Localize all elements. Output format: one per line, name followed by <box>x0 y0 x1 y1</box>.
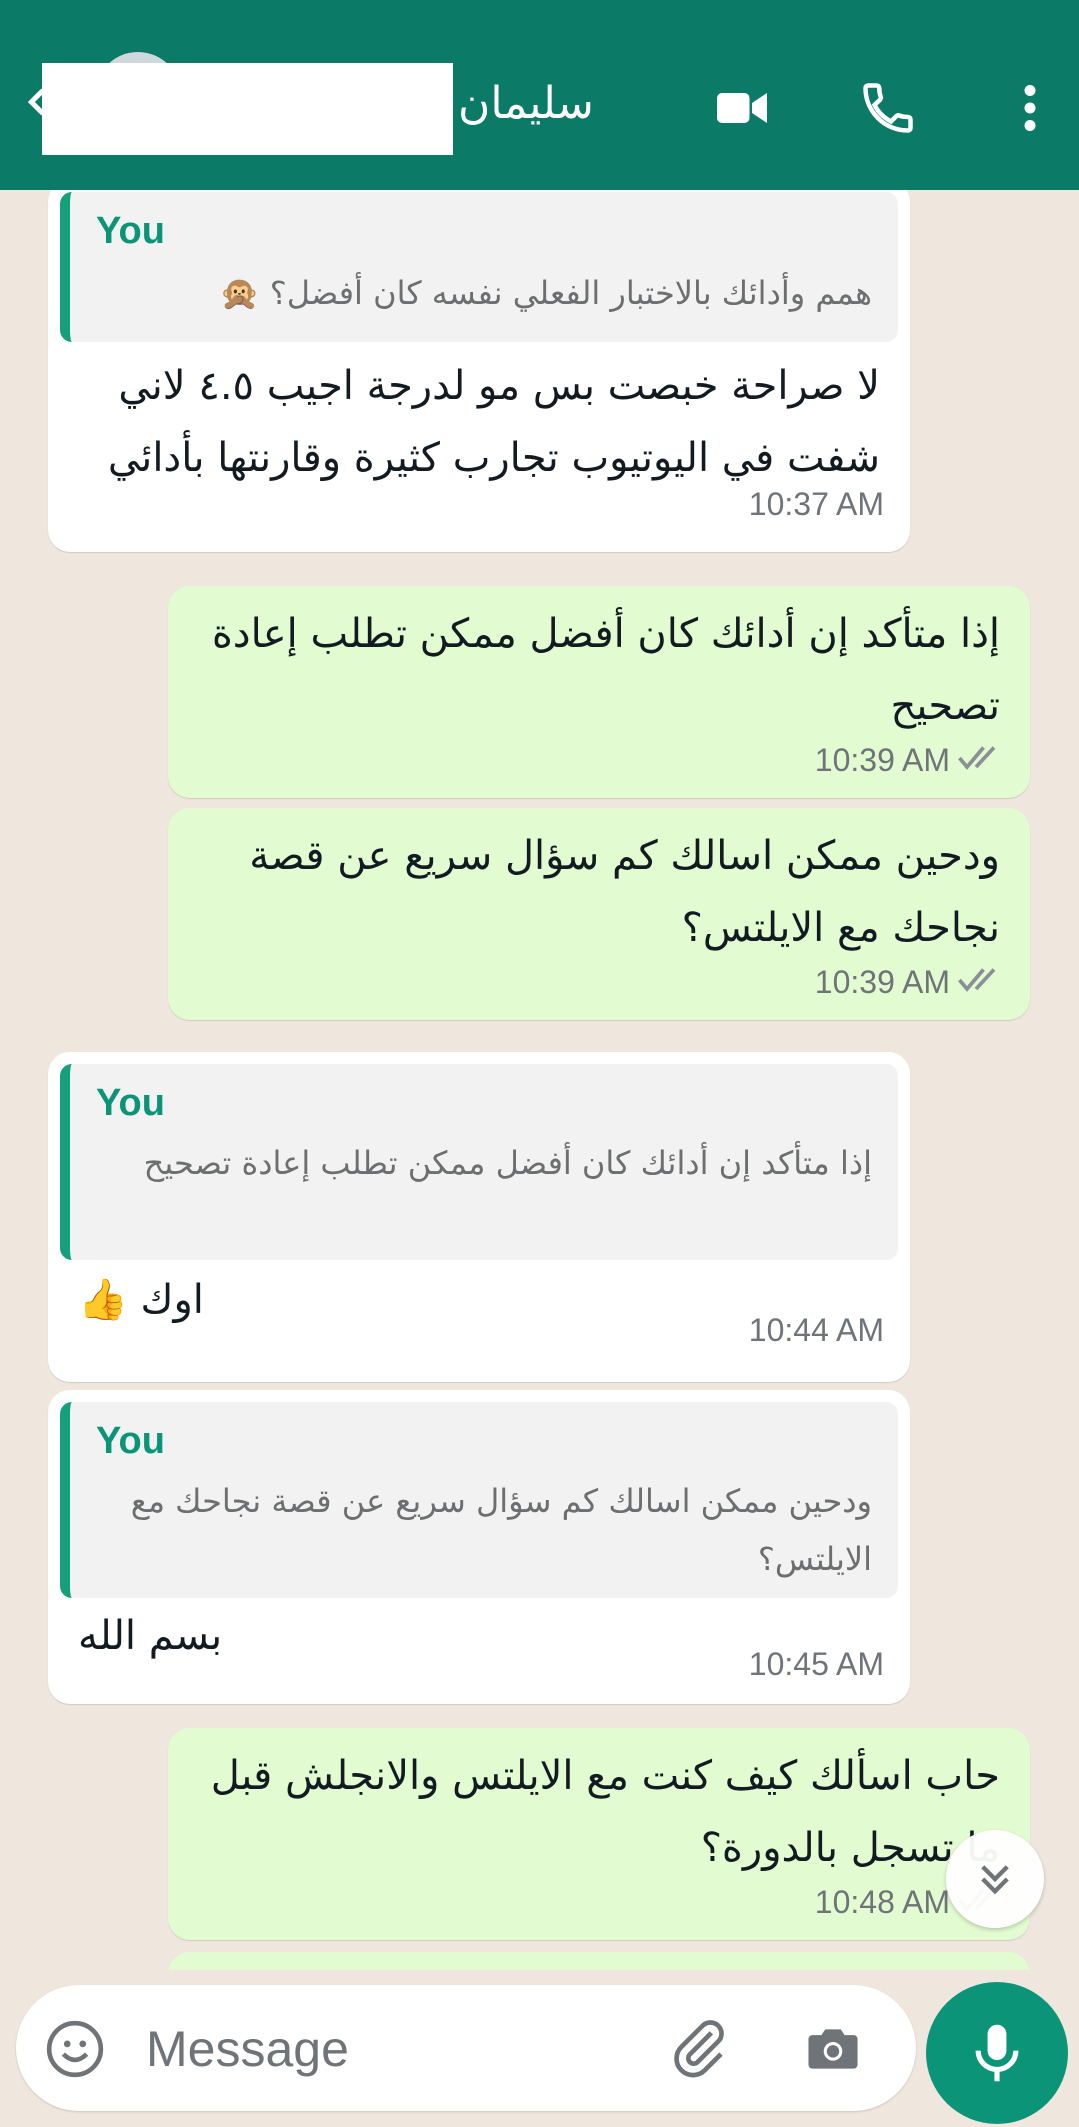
message-time: 10:45 AM <box>748 1646 884 1682</box>
quoted-message[interactable]: You ودحين ممكن اسالك كم سؤال سريع عن قصة… <box>60 1402 898 1598</box>
chat-header: سليمان <box>0 0 1079 190</box>
scroll-to-bottom-button[interactable] <box>946 1830 1044 1928</box>
message-bubble-incoming[interactable]: You إذا متأكد إن أدائك كان أفضل ممكن تطل… <box>48 1052 910 1382</box>
contact-name[interactable]: سليمان <box>458 78 594 130</box>
phone-call-icon[interactable] <box>858 78 918 138</box>
message-input[interactable] <box>144 2015 648 2083</box>
double-chevron-down-icon <box>981 1865 1009 1895</box>
message-text: ودحين ممكن اسالك كم سؤال سريع عن قصة نجا… <box>249 833 1000 951</box>
quoted-message[interactable]: You إذا متأكد إن أدائك كان أفضل ممكن تطل… <box>60 1064 898 1260</box>
message-text: بسم الله <box>78 1613 223 1659</box>
emoji-icon[interactable] <box>44 2018 106 2080</box>
message-time: 10:37 AM <box>748 486 884 522</box>
double-check-icon <box>958 746 996 770</box>
message-composer <box>16 1985 916 2111</box>
attach-icon[interactable] <box>666 2015 732 2081</box>
quote-text: ودحين ممكن اسالك كم سؤال سريع عن قصة نجا… <box>130 1482 872 1578</box>
quoted-message[interactable]: You همم وأدائك بالاختبار الفعلي نفسه كان… <box>60 192 898 342</box>
message-bubble-incoming[interactable]: You ودحين ممكن اسالك كم سؤال سريع عن قصة… <box>48 1390 910 1704</box>
camera-icon[interactable] <box>802 2017 864 2079</box>
message-time: 10:39 AM <box>814 742 950 778</box>
quote-text: إذا متأكد إن أدائك كان أفضل ممكن تطلب إع… <box>143 1144 872 1182</box>
video-call-icon[interactable] <box>712 78 772 138</box>
quote-author: You <box>96 210 165 252</box>
message-bubble-outgoing[interactable] <box>168 1952 1030 1970</box>
message-time: 10:48 AM <box>814 1884 950 1920</box>
message-bubble-incoming[interactable]: You همم وأدائك بالاختبار الفعلي نفسه كان… <box>48 190 910 552</box>
microphone-icon <box>975 2024 1019 2082</box>
voice-record-button[interactable] <box>926 1982 1068 2124</box>
chat-area: You همم وأدائك بالاختبار الفعلي نفسه كان… <box>0 190 1079 1970</box>
message-text: اوك 👍 <box>78 1277 204 1323</box>
message-text: حاب اسألك كيف كنت مع الايلتس والانجلش قب… <box>210 1753 1000 1871</box>
message-text: إذا متأكد إن أدائك كان أفضل ممكن تطلب إع… <box>211 611 1000 729</box>
more-options-icon[interactable] <box>1000 78 1060 138</box>
message-text: لا صراحة خبصت بس مو لدرجة اجيب ٤.٥ لاني … <box>107 363 880 481</box>
quote-author: You <box>96 1420 165 1462</box>
double-check-icon <box>958 968 996 992</box>
quote-text: همم وأدائك بالاختبار الفعلي نفسه كان أفض… <box>219 274 872 312</box>
message-bubble-outgoing[interactable]: ودحين ممكن اسالك كم سؤال سريع عن قصة نجا… <box>168 808 1030 1020</box>
message-bubble-outgoing[interactable]: حاب اسألك كيف كنت مع الايلتس والانجلش قب… <box>168 1728 1030 1940</box>
redacted-block <box>42 63 453 155</box>
message-time: 10:39 AM <box>814 964 950 1000</box>
message-bubble-outgoing[interactable]: إذا متأكد إن أدائك كان أفضل ممكن تطلب إع… <box>168 586 1030 798</box>
quote-author: You <box>96 1082 165 1124</box>
message-time: 10:44 AM <box>748 1312 884 1348</box>
